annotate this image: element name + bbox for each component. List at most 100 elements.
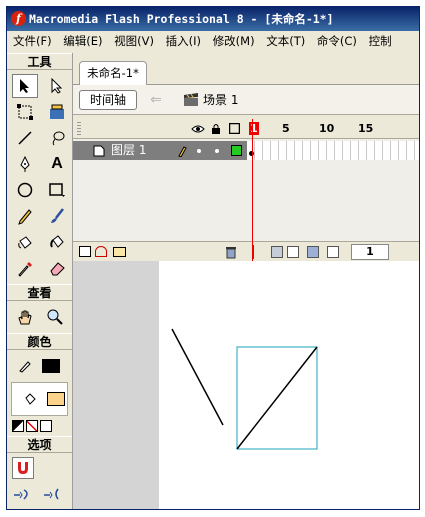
insert-folder-icon[interactable] [113,247,126,257]
layer-row[interactable]: 图层 1 [73,141,247,160]
brush-icon [51,208,64,223]
timeline-footer: 1 [73,241,419,261]
selection-tool-button[interactable] [12,74,38,98]
ink-bottle-icon [18,236,32,249]
rectangle-icon [49,183,65,197]
straighten-icon[interactable] [12,487,34,501]
lasso-icon [52,131,65,146]
zoom-icon [47,309,63,325]
menu-file[interactable]: 文件(F) [13,31,52,51]
swap-colors-icon[interactable] [40,420,52,432]
eyedropper-icon [18,262,32,277]
lock-dot-icon[interactable] [215,149,219,153]
menu-control[interactable]: 控制 [369,31,392,51]
clapperboard-icon [184,93,198,106]
default-colors-icon[interactable] [12,420,24,432]
fill-transform-tool-button[interactable] [44,100,70,124]
fill-color-button[interactable] [17,387,43,411]
paint-bucket-tool-button[interactable] [44,230,70,254]
menu-commands[interactable]: 命令(C) [317,31,357,51]
options-title: 选项 [7,436,72,453]
rectangle-tool-button[interactable] [44,178,70,202]
add-motion-guide-icon[interactable] [95,246,107,257]
outline-icon[interactable] [229,123,240,134]
color-tools [7,350,72,382]
document-tabs: 未命名-1* [73,61,419,85]
ruler-label-5: 5 [282,122,290,135]
hand-tool-button[interactable] [12,305,38,329]
ink-bottle-tool-button[interactable] [12,230,38,254]
window-title: Macromedia Flash Professional 8 - [未命名-1… [29,12,334,26]
edit-multiple-frames-icon[interactable] [307,246,319,258]
snap-to-objects-button[interactable] [12,457,34,479]
color-options [7,416,72,436]
pencil-tool-button[interactable] [12,204,38,228]
visibility-dot-icon[interactable] [197,149,201,153]
menu-insert[interactable]: 插入(I) [166,31,201,51]
eyedropper-tool-button[interactable] [12,256,38,280]
stroke-color-swatch[interactable] [42,359,60,373]
edit-bar: 时间轴 ⇐ 场景 1 [73,85,419,115]
modify-onion-markers-icon[interactable] [327,246,339,258]
subselect-arrow-icon [51,78,63,94]
flash-app-icon: f [11,11,26,26]
trash-icon[interactable] [225,246,237,259]
ruler-label-1: 1 [249,122,259,135]
ruler-label-15: 15 [358,122,374,135]
stroke-color-button[interactable] [12,354,38,378]
bucket-fill-icon [25,393,36,405]
eye-icon[interactable] [191,124,205,134]
outline-color-icon[interactable] [231,145,242,156]
hand-icon [18,310,32,325]
free-transform-tool-button[interactable] [12,100,38,124]
diagonal-line[interactable] [236,346,318,450]
line-icon [18,131,32,145]
stage-drawing [171,328,318,450]
pen-tool-button[interactable] [12,152,38,176]
zoom-tool-button[interactable] [42,305,68,329]
menu-edit[interactable]: 编辑(E) [63,31,102,51]
oval-tool-button[interactable] [12,178,38,202]
menu-modify[interactable]: 修改(M) [213,31,255,51]
arrow-icon [20,79,29,93]
text-tool-button[interactable]: A [44,152,70,176]
freehand-line[interactable] [171,328,224,426]
flash-window: f Macromedia Flash Professional 8 - [未命名… [6,6,420,510]
back-arrow-icon[interactable]: ⇐ [145,91,167,109]
stage-canvas[interactable] [159,261,419,509]
document-area: 未命名-1* 时间轴 ⇐ 场景 1 1 5 10 15 图层 1 1 [73,53,419,509]
pencil-icon [18,209,32,225]
panel-grip-icon[interactable] [77,122,81,136]
onion-skin-icon[interactable] [271,246,283,258]
center-frame-icon[interactable] [253,245,254,259]
oval-icon [17,182,33,198]
menu-view[interactable]: 视图(V) [114,31,154,51]
line-tool-button[interactable] [12,126,38,150]
subselection-tool-button[interactable] [44,74,70,98]
playhead[interactable] [252,119,253,261]
fill-transform-icon [50,104,64,119]
brush-tool-button[interactable] [44,204,70,228]
scene-breadcrumb[interactable]: 场景 1 [183,91,238,109]
color-title: 颜色 [7,333,72,350]
timeline-panel: 1 5 10 15 图层 1 1 [73,119,419,261]
onion-skin-outlines-icon[interactable] [287,246,299,258]
no-color-icon[interactable] [26,420,38,432]
lasso-tool-button[interactable] [44,126,70,150]
menu-text[interactable]: 文本(T) [266,31,305,51]
fill-color-swatch[interactable] [47,392,65,406]
lock-icon[interactable] [211,123,221,135]
magnet-icon [18,462,28,474]
layer-page-icon [93,145,105,157]
options-tools-2 [7,483,72,505]
options-tools [7,453,72,483]
insert-layer-icon[interactable] [79,246,91,257]
eraser-tool-button[interactable] [44,256,70,280]
timeline-toggle-button[interactable]: 时间轴 [79,90,137,110]
frame-cells[interactable] [247,141,419,160]
text-tool-icon: A [51,155,63,172]
smooth-icon[interactable] [42,487,64,501]
scene-label: 场景 1 [203,93,239,107]
frame-ruler: 1 5 10 15 [247,119,419,139]
document-tab[interactable]: 未命名-1* [79,61,147,85]
